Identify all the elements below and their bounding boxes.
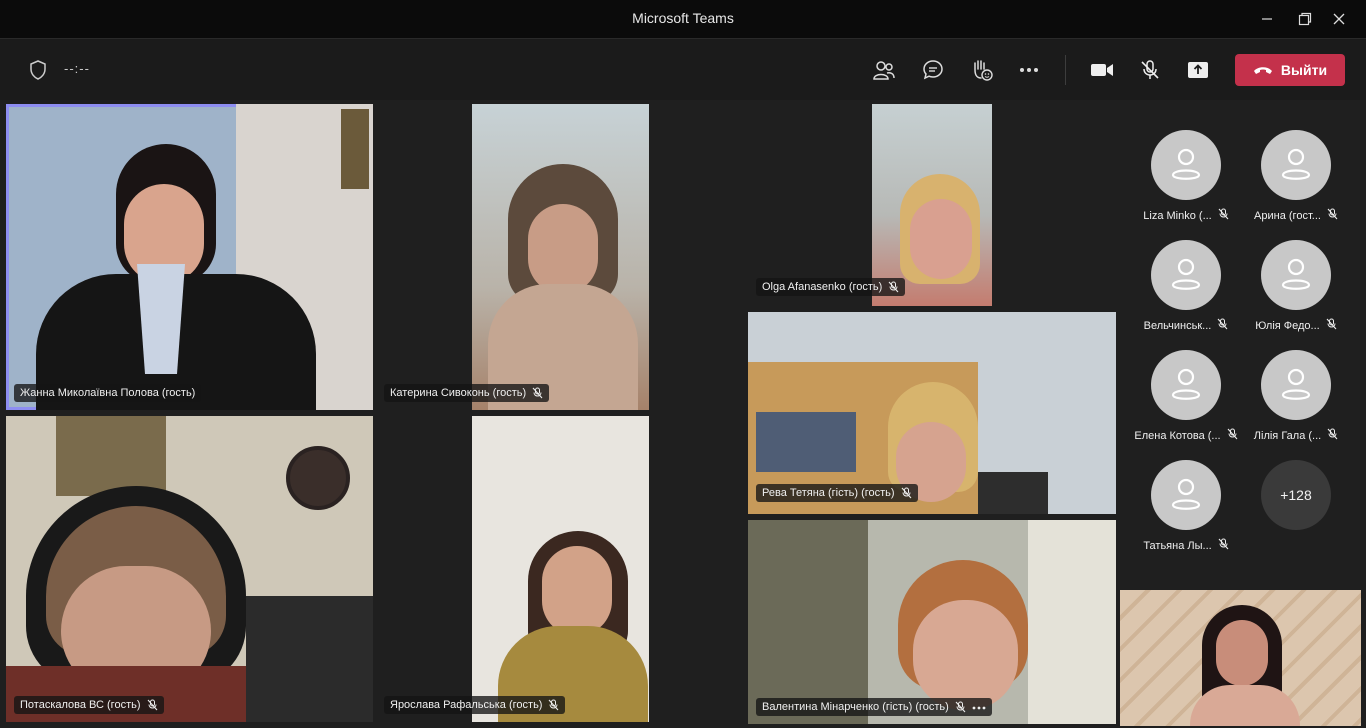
roster-name: Арина (гост...: [1241, 208, 1351, 223]
more-icon[interactable]: [972, 701, 986, 713]
roster-name-text: Арина (гост...: [1254, 209, 1321, 222]
participant-name-tag: Рева Тетяна (гість) (гость): [756, 484, 918, 502]
participant-name: Катерина Сивоконь (гость): [390, 387, 527, 399]
roster-item[interactable]: Арина (гост...: [1241, 130, 1351, 240]
avatar: [1151, 460, 1221, 530]
phone-icon: [1253, 62, 1273, 78]
mic-off-icon: [1218, 538, 1229, 553]
minimize-icon[interactable]: [1252, 6, 1282, 32]
avatar: [1261, 350, 1331, 420]
roster-name-text: Liza Minko (...: [1143, 209, 1212, 222]
video-tile-zhanna[interactable]: Жанна Миколаївна Полова (гость): [6, 104, 373, 410]
leave-label: Выйти: [1280, 62, 1328, 78]
avatar: [1151, 350, 1221, 420]
bookshelf: [748, 520, 868, 724]
participant-name-tag: Жанна Миколаївна Полова (гость): [14, 384, 202, 402]
roster-name: Лілія Гала (...: [1241, 428, 1351, 443]
mic-off-icon[interactable]: [1136, 56, 1164, 84]
participant-name: Ярослава Рафальська (гость): [390, 699, 543, 711]
face: [1216, 620, 1268, 686]
video-tile-olga[interactable]: Olga Afanasenko (гость): [750, 104, 1117, 306]
roster-name-text: Вельчинськ...: [1143, 319, 1212, 332]
chair: [978, 472, 1048, 514]
face: [913, 600, 1018, 710]
face: [542, 546, 612, 636]
participant-name-tag: Потаскалова ВС (гость): [14, 696, 164, 714]
roster-name-text: Татьяна Лы...: [1143, 539, 1212, 552]
raise-hand-icon[interactable]: [968, 56, 996, 84]
roster-item[interactable]: Liza Minko (...: [1131, 130, 1241, 240]
maximize-icon[interactable]: [1290, 6, 1320, 32]
avatar: [1261, 130, 1331, 200]
chair: [246, 596, 373, 722]
toolbar-divider: [1065, 55, 1066, 85]
more-icon[interactable]: [1015, 56, 1043, 84]
books: [756, 412, 856, 472]
meeting-timer: --:--: [64, 61, 90, 76]
participant-name: Валентина Мінарченко (гість) (гость): [762, 701, 949, 713]
roster-name: Юлія Федо...: [1241, 318, 1351, 333]
mic-off-icon: [1327, 208, 1338, 223]
face: [528, 204, 598, 294]
video-tile-yaroslava[interactable]: Ярослава Рафальська (гость): [378, 416, 745, 722]
mic-off-icon: [147, 699, 158, 711]
participant-name-tag: Катерина Сивоконь (гость): [384, 384, 550, 402]
video-tile-kateryna[interactable]: Катерина Сивоконь (гость): [378, 104, 745, 410]
title-bar: Microsoft Teams: [0, 0, 1366, 38]
mic-off-icon: [1327, 428, 1338, 443]
meeting-toolbar: --:-- Выйти: [0, 38, 1366, 100]
wall-clock: [286, 446, 350, 510]
participant-name: Olga Afanasenko (гость): [762, 281, 883, 293]
participant-name-tag: Валентина Мінарченко (гість) (гость): [756, 698, 992, 716]
mic-off-icon: [1227, 428, 1238, 443]
mic-off-icon: [955, 701, 966, 713]
roster-item[interactable]: Лілія Гала (...: [1241, 350, 1351, 460]
video-stage: Жанна Миколаївна Полова (гость) Катерина…: [0, 100, 1366, 728]
shield-icon[interactable]: [24, 56, 52, 84]
participant-name-tag: Ярослава Рафальська (гость): [384, 696, 566, 714]
avatar: [1261, 240, 1331, 310]
roster-name: Елена Котова (...: [1131, 428, 1241, 443]
roster-name: Татьяна Лы...: [1131, 538, 1241, 553]
mic-off-icon: [1326, 318, 1337, 333]
roster-name-text: Лілія Гала (...: [1253, 429, 1322, 442]
mic-off-icon: [532, 387, 543, 399]
mic-off-icon: [1217, 318, 1228, 333]
roster-item[interactable]: Татьяна Лы...: [1131, 460, 1241, 570]
video-tile-reva[interactable]: Рева Тетяна (гість) (гость): [748, 312, 1116, 514]
participant-name: Рева Тетяна (гість) (гость): [762, 487, 895, 499]
close-icon[interactable]: [1324, 6, 1354, 32]
wall-background: [1028, 520, 1116, 724]
participant-name: Потаскалова ВС (гость): [20, 699, 141, 711]
roster-name: Liza Minko (...: [1131, 208, 1241, 223]
mic-off-icon: [548, 699, 559, 711]
avatar: [1151, 130, 1221, 200]
overflow-count[interactable]: +128: [1261, 460, 1331, 530]
mic-off-icon: [1218, 208, 1229, 223]
roster-name: Вельчинськ...: [1131, 318, 1241, 333]
roster-item[interactable]: Вельчинськ...: [1131, 240, 1241, 350]
video-tile-potaskalova[interactable]: Потаскалова ВС (гость): [6, 416, 373, 722]
roster-name-text: Елена Котова (...: [1134, 429, 1221, 442]
wall-picture: [341, 109, 369, 189]
self-preview[interactable]: [1120, 590, 1361, 726]
roster-item[interactable]: Юлія Федо...: [1241, 240, 1351, 350]
roster-name-text: Юлія Федо...: [1255, 319, 1320, 332]
camera-icon[interactable]: [1088, 56, 1116, 84]
avatar: [1151, 240, 1221, 310]
mic-off-icon: [888, 281, 899, 293]
window-title: Microsoft Teams: [632, 10, 734, 26]
roster-item[interactable]: Елена Котова (...: [1131, 350, 1241, 460]
participants-icon[interactable]: [870, 56, 898, 84]
video-tile-valentyna[interactable]: Валентина Мінарченко (гість) (гость): [748, 520, 1116, 724]
chat-icon[interactable]: [919, 56, 947, 84]
participant-name-tag: Olga Afanasenko (гость): [756, 278, 906, 296]
face: [910, 199, 972, 279]
overflow-participants[interactable]: +128: [1241, 460, 1351, 570]
mic-off-icon: [901, 487, 912, 499]
leave-button[interactable]: Выйти: [1235, 54, 1345, 86]
participant-name: Жанна Миколаївна Полова (гость): [20, 387, 196, 399]
wall-painting: [56, 416, 166, 496]
share-screen-icon[interactable]: [1184, 56, 1212, 84]
